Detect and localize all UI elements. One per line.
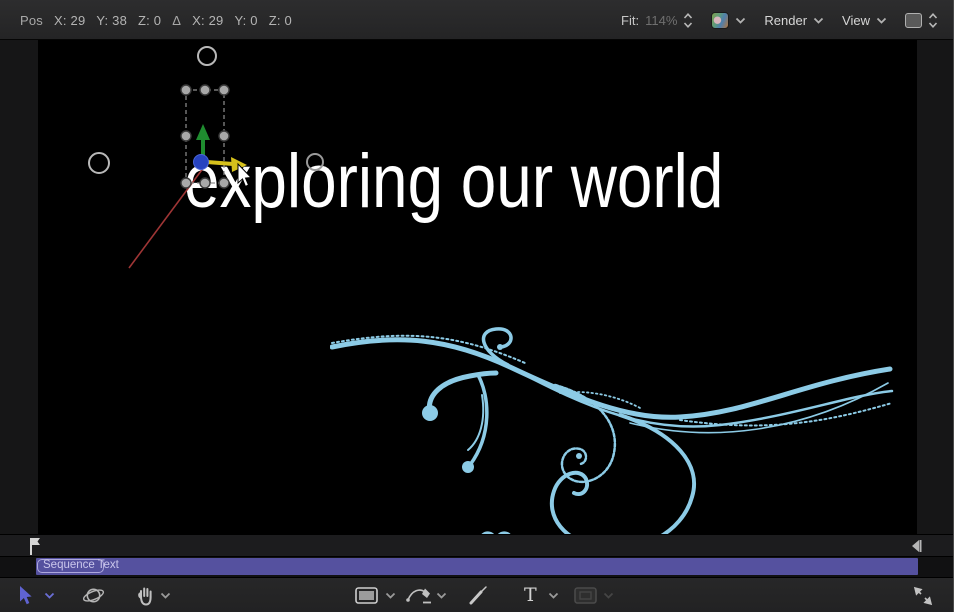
select-arrow-icon <box>18 586 33 605</box>
bezier-pen-tool[interactable] <box>406 578 433 612</box>
chevron-down-icon <box>548 592 559 599</box>
chevron-down-icon <box>385 592 396 599</box>
chevron-down-icon <box>603 592 614 599</box>
tool-palette: T <box>0 577 954 612</box>
pos-y-value: Y: 38 <box>96 13 127 28</box>
chevron-down-icon <box>813 17 824 24</box>
text-tool[interactable]: T <box>524 578 537 612</box>
chevron-down-icon <box>160 592 171 599</box>
view-menu-label: View <box>842 13 870 28</box>
text-tool-menu[interactable] <box>548 578 559 612</box>
color-channels-swatch-icon[interactable] <box>711 12 729 29</box>
zoom-fit-control[interactable]: Fit: 114% <box>621 12 693 29</box>
select-tool-menu[interactable] <box>44 578 55 612</box>
resize-handle[interactable] <box>912 578 934 612</box>
chevron-down-icon <box>735 17 746 24</box>
paint-brush-icon <box>468 585 489 606</box>
delta-y-value: Y: 0 <box>234 13 257 28</box>
anchor-point-handle[interactable] <box>194 155 209 170</box>
view-menu[interactable]: View <box>842 13 887 28</box>
control-circle-top[interactable] <box>198 47 216 65</box>
orbit-3d-tool[interactable] <box>82 578 105 612</box>
canvas-area: exploring our world <box>0 40 954 534</box>
delta-label: Δ <box>172 13 181 28</box>
mask-tool-menu-disabled[interactable] <box>603 578 614 612</box>
text-tool-icon: T <box>524 586 537 605</box>
position-readout: Pos X: 29 Y: 38 Z: 0 Δ X: 29 Y: 0 Z: 0 <box>20 0 292 40</box>
delta-z-value: Z: 0 <box>269 13 292 28</box>
control-circle-right[interactable] <box>307 154 323 170</box>
zoom-stepper-icon[interactable] <box>683 12 693 29</box>
render-menu[interactable]: Render <box>764 13 824 28</box>
pan-hand-tool[interactable] <box>136 578 155 612</box>
chevron-down-icon <box>436 592 447 599</box>
channels-menu[interactable] <box>711 12 746 29</box>
track-label: Sequence Text <box>43 559 119 571</box>
fit-value: 114% <box>645 13 677 28</box>
pos-z-value: Z: 0 <box>138 13 161 28</box>
hand-icon <box>136 585 155 606</box>
mini-timeline-ruler[interactable] <box>0 534 954 557</box>
fit-label: Fit: <box>621 13 639 28</box>
selection-overlay <box>0 40 954 534</box>
canvas-status-toolbar: Pos X: 29 Y: 38 Z: 0 Δ X: 29 Y: 0 Z: 0 F… <box>0 0 954 40</box>
orbit-icon <box>82 585 105 606</box>
resize-diagonal-arrows-icon <box>912 585 934 607</box>
chevron-down-icon <box>876 17 887 24</box>
sequence-text-track-bar[interactable]: Sequence Text <box>36 558 918 575</box>
select-transform-tool[interactable] <box>18 578 33 612</box>
playhead-flag-marker-icon[interactable] <box>28 537 42 557</box>
rectangle-tool-menu[interactable] <box>385 578 396 612</box>
pan-tool-menu[interactable] <box>160 578 171 612</box>
delta-x-value: X: 29 <box>192 13 223 28</box>
pos-x-value: X: 29 <box>54 13 85 28</box>
mask-rectangle-icon <box>574 587 597 604</box>
out-point-marker-icon[interactable] <box>910 538 923 554</box>
rectangle-tool[interactable] <box>355 578 378 612</box>
render-menu-label: Render <box>764 13 807 28</box>
paint-stroke-tool[interactable] <box>468 578 489 612</box>
rectangle-icon <box>355 587 378 604</box>
bezier-tool-menu[interactable] <box>436 578 447 612</box>
motion-canvas-window: { "top_toolbar": { "pos": { "label": "Po… <box>0 0 954 612</box>
bezier-pen-icon <box>406 586 433 605</box>
window-layout-control[interactable] <box>905 12 938 29</box>
motion-path-line <box>129 167 204 268</box>
pos-label: Pos <box>20 13 43 28</box>
mouse-cursor-icon <box>238 164 251 187</box>
control-circle-left[interactable] <box>89 153 109 173</box>
window-layout-icon <box>905 13 922 28</box>
mask-tool-disabled[interactable] <box>574 578 597 612</box>
timeline-track-strip: Sequence Text <box>0 557 954 577</box>
chevron-down-icon <box>44 592 55 599</box>
layout-stepper-icon <box>928 12 938 29</box>
